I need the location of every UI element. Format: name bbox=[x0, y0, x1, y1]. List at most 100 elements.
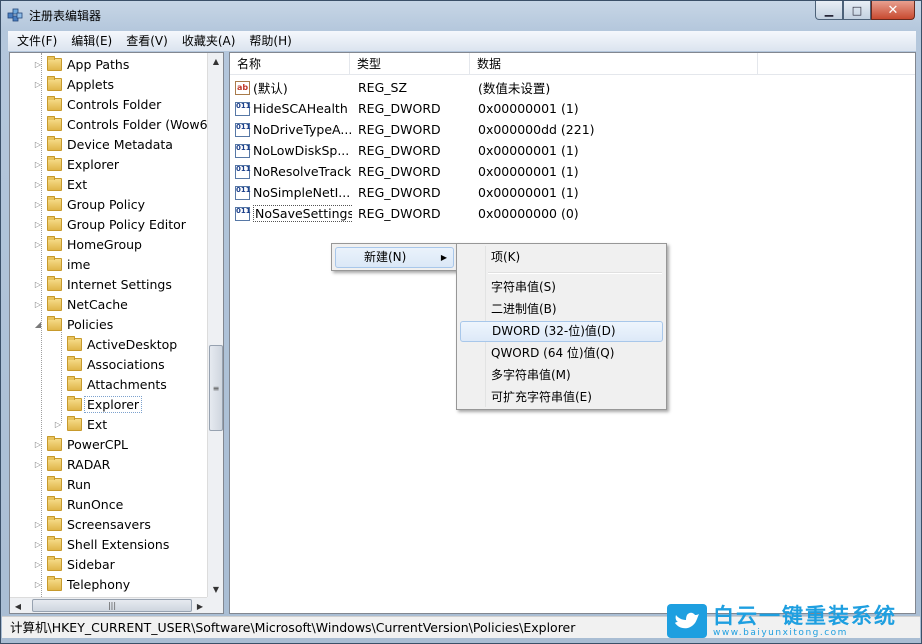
tree-item[interactable]: ▷ Ext bbox=[33, 174, 87, 194]
tree-item[interactable]: ▷ Internet Settings bbox=[33, 274, 172, 294]
tree-item[interactable]: ▷ Ext bbox=[53, 414, 107, 434]
tree-item[interactable]: ▷ Explorer bbox=[33, 154, 119, 174]
scrollbar-corner bbox=[207, 597, 223, 613]
submenu-item[interactable]: 可扩充字符串值(E) bbox=[460, 387, 663, 408]
menu-file[interactable]: 文件(F) bbox=[10, 31, 64, 51]
binary-value-icon: 011 bbox=[235, 164, 251, 179]
tree-item[interactable]: ▷ PowerCPL bbox=[33, 434, 128, 454]
tree-item[interactable]: ▷ Device Metadata bbox=[33, 134, 173, 154]
tree-item[interactable]: ▷ Group Policy Editor bbox=[33, 214, 186, 234]
grip-icon: ≡ bbox=[212, 383, 220, 393]
tree-item[interactable]: ▷ HomeGroup bbox=[33, 234, 142, 254]
expand-arrow-icon[interactable]: ▷ bbox=[53, 419, 63, 429]
key-tree-pane[interactable]: ▷ App Paths ▷ Applets Controls Folder Control… bbox=[9, 52, 224, 614]
expand-arrow-icon[interactable]: ▷ bbox=[33, 579, 43, 589]
list-item[interactable]: 011 NoResolveTrack REG_DWORD 0x00000001 (1) bbox=[230, 161, 672, 182]
value-name: NoSaveSettings bbox=[253, 205, 352, 222]
tree-horizontal-scrollbar[interactable]: ◀ ||| ▶ bbox=[10, 597, 208, 613]
column-header-type[interactable]: 类型 bbox=[350, 53, 470, 75]
submenu-item[interactable]: 二进制值(B) bbox=[460, 299, 663, 320]
scroll-up-icon[interactable]: ▲ bbox=[208, 53, 223, 69]
binary-value-icon: 011 bbox=[235, 206, 251, 221]
menu-favorites[interactable]: 收藏夹(A) bbox=[175, 31, 243, 51]
title-bar[interactable]: 注册表编辑器 ▁ □ ✕ bbox=[1, 1, 921, 29]
watermark-title: 白云一键重装系统 bbox=[713, 603, 897, 628]
value-type: REG_DWORD bbox=[358, 206, 441, 221]
expand-arrow-icon[interactable]: ◢ bbox=[33, 319, 43, 329]
tree-item-label: Telephony bbox=[67, 576, 131, 592]
tree-item[interactable]: Controls Folder bbox=[33, 94, 161, 114]
tree-item[interactable]: ▷ Group Policy bbox=[33, 194, 145, 214]
tree-item[interactable]: ▷ App Paths bbox=[33, 54, 129, 74]
list-item[interactable]: 011 NoLowDiskSp... REG_DWORD 0x00000001 (1) bbox=[230, 140, 672, 161]
tree-item[interactable]: Run bbox=[33, 474, 91, 494]
tree-item[interactable]: Associations bbox=[53, 354, 165, 374]
tree-item[interactable]: Explorer bbox=[53, 394, 143, 414]
folder-icon bbox=[67, 355, 82, 371]
tree-item[interactable]: ▷ RADAR bbox=[33, 454, 110, 474]
scroll-right-icon[interactable]: ▶ bbox=[192, 598, 208, 613]
scroll-down-icon[interactable]: ▼ bbox=[208, 581, 223, 597]
tree-vertical-scrollbar[interactable]: ▲ ≡ ▼ bbox=[207, 53, 223, 597]
close-button[interactable]: ✕ bbox=[871, 1, 915, 20]
expand-arrow-icon[interactable]: ▷ bbox=[33, 59, 43, 69]
submenu-item[interactable]: 多字符串值(M) bbox=[460, 365, 663, 386]
submenu-item[interactable]: 字符串值(S) bbox=[460, 277, 663, 298]
maximize-button[interactable]: □ bbox=[843, 1, 871, 20]
minimize-button[interactable]: ▁ bbox=[815, 1, 843, 20]
tree-item[interactable]: ActiveDesktop bbox=[53, 334, 177, 354]
tree-item-label: RunOnce bbox=[67, 496, 124, 512]
binary-value-icon: 011 bbox=[235, 143, 251, 158]
scroll-left-icon[interactable]: ◀ bbox=[10, 598, 26, 613]
tree-item[interactable]: ▷ Telephony bbox=[33, 574, 130, 594]
tree-item-label: Explorer bbox=[84, 395, 143, 413]
list-item[interactable]: 011 HideSCAHealth REG_DWORD 0x00000001 (1) bbox=[230, 98, 672, 119]
tree-hscroll-thumb[interactable]: ||| bbox=[32, 599, 192, 612]
expand-arrow-icon[interactable]: ▷ bbox=[33, 559, 43, 569]
tree-scroll-thumb[interactable]: ≡ bbox=[209, 345, 223, 431]
expand-arrow-icon[interactable]: ▷ bbox=[33, 179, 43, 189]
expand-arrow-icon[interactable]: ▷ bbox=[33, 279, 43, 289]
column-header-name[interactable]: 名称 bbox=[230, 53, 350, 75]
expand-arrow-icon[interactable]: ▷ bbox=[33, 159, 43, 169]
menu-item-new[interactable]: 新建(N) ▶ bbox=[335, 247, 454, 268]
submenu-item[interactable]: 项(K) bbox=[460, 247, 663, 268]
folder-icon bbox=[67, 335, 82, 351]
tree-item-label: Internet Settings bbox=[67, 276, 172, 292]
expand-arrow-icon[interactable]: ▷ bbox=[33, 459, 43, 469]
tree-item-label: Run bbox=[67, 476, 91, 492]
expand-arrow-icon[interactable]: ▷ bbox=[33, 139, 43, 149]
submenu-item[interactable]: DWORD (32-位)值(D) bbox=[460, 321, 663, 342]
tree-item[interactable]: RunOnce bbox=[33, 494, 123, 514]
list-item[interactable]: 011 NoSaveSettings REG_DWORD 0x00000000 (0) bbox=[230, 203, 672, 224]
expand-arrow-icon[interactable]: ▷ bbox=[33, 299, 43, 309]
expand-arrow-icon[interactable]: ▷ bbox=[33, 539, 43, 549]
list-item[interactable]: 011 NoSimpleNetI... REG_DWORD 0x00000001 (1… bbox=[230, 182, 672, 203]
menu-view[interactable]: 查看(V) bbox=[119, 31, 175, 51]
list-item[interactable]: 011 NoDriveTypeA... REG_DWORD 0x000000dd (2… bbox=[230, 119, 672, 140]
expand-arrow-icon[interactable]: ▷ bbox=[33, 199, 43, 209]
menu-edit[interactable]: 编辑(E) bbox=[64, 31, 119, 51]
column-header-data[interactable]: 数据 bbox=[470, 53, 758, 75]
list-item[interactable]: ab (默认) REG_SZ (数值未设置) bbox=[230, 77, 672, 98]
submenu-item[interactable]: QWORD (64 位)值(Q) bbox=[460, 343, 663, 364]
expand-arrow-icon[interactable]: ▷ bbox=[33, 239, 43, 249]
tree-item[interactable]: ▷ Shell Extensions bbox=[33, 534, 169, 554]
tree-item[interactable]: ▷ NetCache bbox=[33, 294, 128, 314]
tree-item[interactable]: Attachments bbox=[53, 374, 167, 394]
tree-item[interactable]: ime bbox=[33, 254, 90, 274]
tree-item[interactable]: ▷ Applets bbox=[33, 74, 114, 94]
bird-logo-icon bbox=[667, 604, 707, 638]
expand-arrow-icon[interactable]: ▷ bbox=[33, 439, 43, 449]
tree-item[interactable]: ▷ Sidebar bbox=[33, 554, 115, 574]
menu-help[interactable]: 帮助(H) bbox=[242, 31, 298, 51]
tree-item[interactable]: ▷ Screensavers bbox=[33, 514, 151, 534]
tree-item[interactable]: Controls Folder (Wow64 bbox=[33, 114, 208, 134]
tree-item-label: Sidebar bbox=[67, 556, 115, 572]
expand-arrow-icon[interactable]: ▷ bbox=[33, 79, 43, 89]
tree-item[interactable]: ◢ Policies bbox=[33, 314, 113, 334]
expand-arrow-icon[interactable]: ▷ bbox=[33, 219, 43, 229]
expand-arrow-icon[interactable]: ▷ bbox=[33, 519, 43, 529]
